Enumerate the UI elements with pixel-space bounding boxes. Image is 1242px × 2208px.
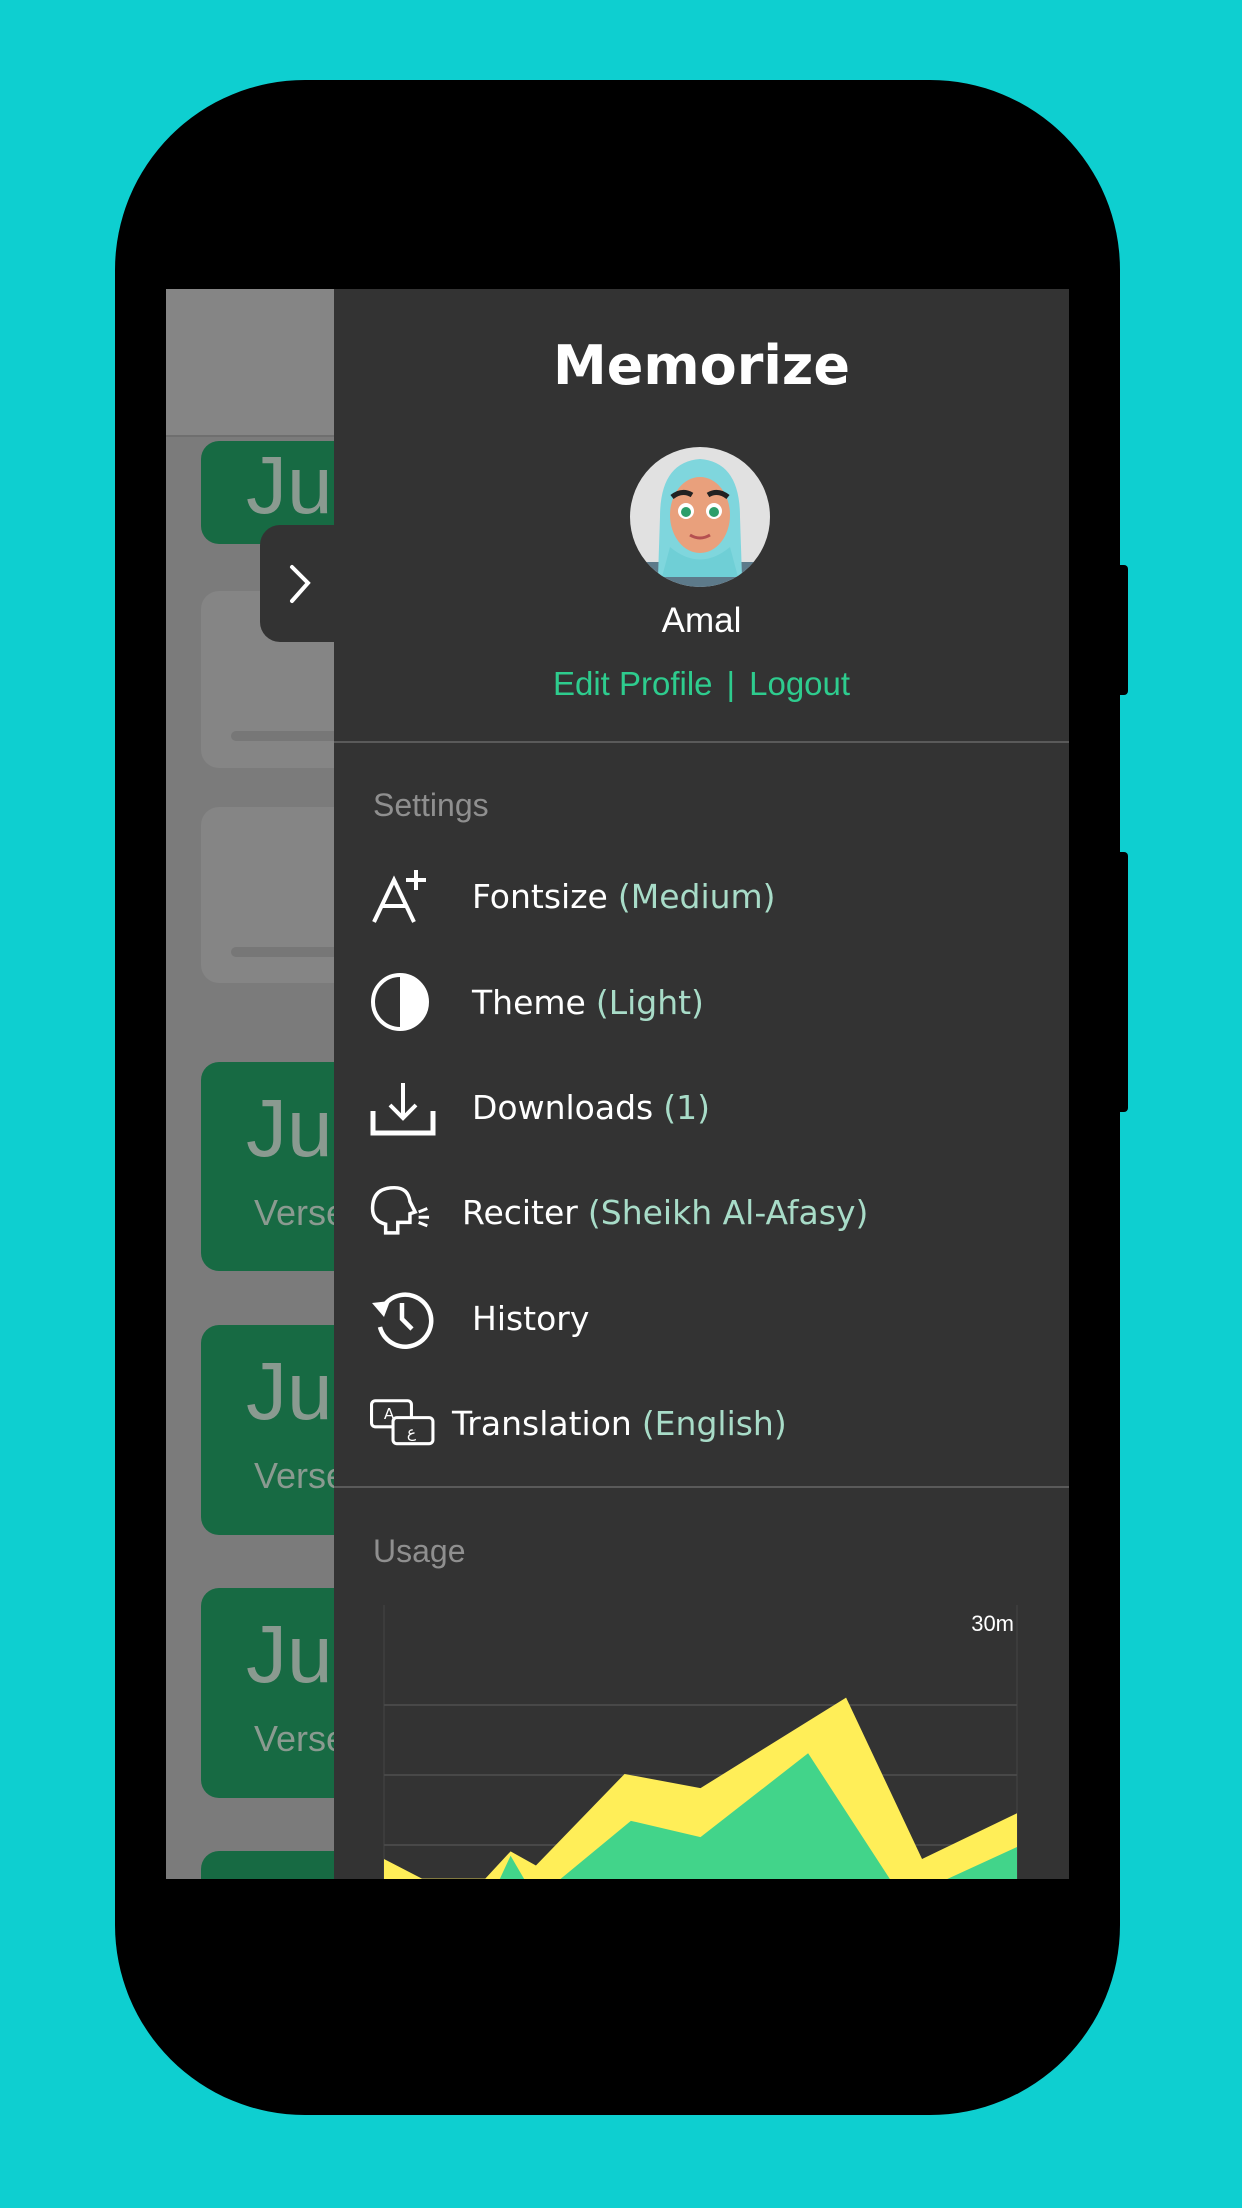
- svg-text:ع: ع: [407, 1424, 416, 1443]
- user-name: Amal: [661, 601, 742, 640]
- avatar-illustration: [630, 459, 770, 587]
- background-header: [166, 289, 334, 437]
- logout-link[interactable]: Logout: [749, 665, 850, 702]
- divider: [334, 741, 1069, 743]
- divider: [334, 1486, 1069, 1488]
- menu-item-translation[interactable]: Aع Translation (English): [370, 1383, 1050, 1463]
- juz-card-subtitle: Verse: [254, 1718, 347, 1759]
- y-max-label: 30m: [971, 1611, 1014, 1636]
- menu-item-value: (English): [641, 1403, 787, 1443]
- link-separator: |: [726, 665, 736, 702]
- chevron-right-icon: [290, 565, 311, 603]
- reciter-speaking-head-icon: [370, 1179, 436, 1245]
- menu-item-label: Translation: [452, 1403, 632, 1443]
- translation-icon: Aع: [370, 1390, 436, 1456]
- menu-item-value: (Medium): [617, 876, 776, 916]
- menu-item-value: (Light): [595, 982, 704, 1022]
- menu-item-theme[interactable]: Theme (Light): [370, 962, 1050, 1042]
- menu-item-label: Downloads: [472, 1087, 654, 1127]
- phone-side-button: [1118, 565, 1128, 695]
- edit-profile-link[interactable]: Edit Profile: [553, 665, 713, 702]
- menu-item-reciter[interactable]: Reciter (Sheikh Al-Afasy): [370, 1172, 1050, 1252]
- menu-item-history[interactable]: History: [370, 1278, 1050, 1358]
- settings-section-label: Settings: [373, 787, 489, 823]
- menu-item-value: (1): [663, 1087, 710, 1127]
- juz-card-subtitle: Verse: [254, 1192, 347, 1233]
- usage-chart: 30m: [383, 1605, 1018, 1879]
- app-title: Memorize: [553, 334, 850, 397]
- drawer-toggle-button[interactable]: [260, 525, 340, 642]
- navigation-drawer: Memorize Amal Edit Profile | Logout Settin…: [334, 289, 1069, 1879]
- download-icon: [370, 1074, 436, 1140]
- menu-item-label: History: [472, 1298, 590, 1338]
- profile-links: Edit Profile | Logout: [334, 665, 1069, 703]
- menu-item-label: Theme: [472, 982, 586, 1022]
- menu-item-label: Fontsize: [472, 876, 608, 916]
- juz-card-subtitle: Verse: [254, 1455, 347, 1496]
- usage-section-label: Usage: [373, 1533, 466, 1569]
- menu-item-label: Reciter: [462, 1192, 578, 1232]
- theme-contrast-icon: [370, 969, 436, 1035]
- font-size-increase-icon: [370, 863, 436, 929]
- menu-item-downloads[interactable]: Downloads (1): [370, 1067, 1050, 1147]
- phone-volume-button: [1118, 852, 1128, 1112]
- menu-item-value: (Sheikh Al-Afasy): [587, 1192, 869, 1232]
- history-icon: [370, 1285, 436, 1351]
- menu-item-fontsize[interactable]: Fontsize (Medium): [370, 856, 1050, 936]
- app-screen: Juz' Juz Verse Juz Verse Juz Verse Memor…: [166, 289, 1069, 1879]
- avatar[interactable]: [630, 447, 770, 587]
